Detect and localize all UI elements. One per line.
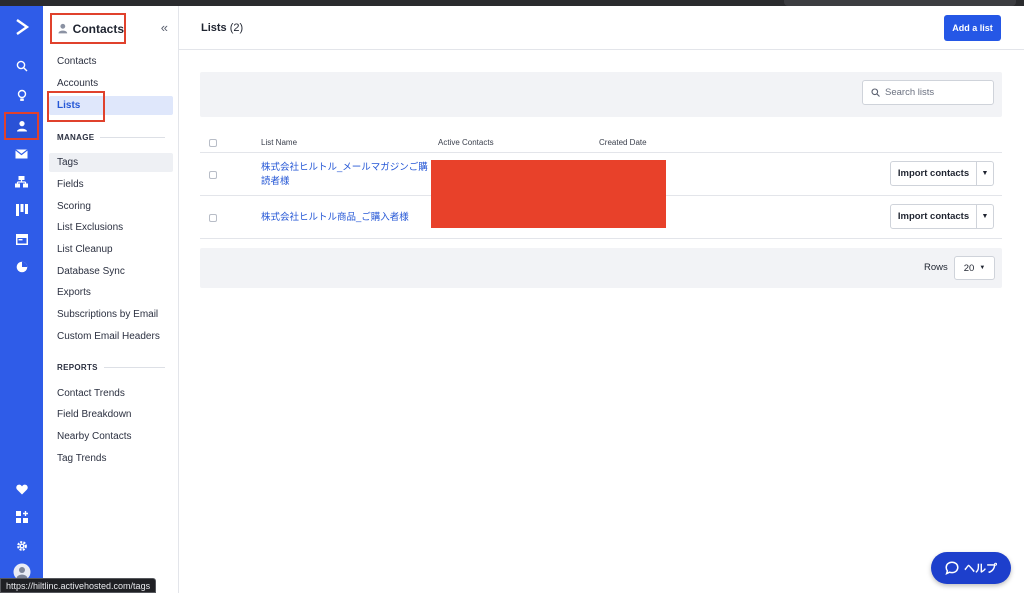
- reports-pie-icon[interactable]: [8, 256, 35, 278]
- icon-rail: [0, 6, 43, 593]
- redaction-block: [431, 160, 666, 228]
- sidebar-item-custom-email-headers[interactable]: Custom Email Headers: [49, 327, 173, 346]
- add-list-button[interactable]: Add a list: [944, 15, 1001, 41]
- contacts-person-icon[interactable]: [4, 112, 39, 140]
- import-contacts-group: Import contacts ▼: [890, 161, 994, 186]
- address-bar-edge: [784, 0, 1016, 6]
- sidebar-header: Contacts: [50, 13, 126, 44]
- lists-toolbar: [200, 72, 1002, 117]
- import-contacts-button[interactable]: Import contacts: [890, 161, 977, 186]
- window-top-strip: [0, 0, 1024, 6]
- chevron-down-icon[interactable]: ▼: [977, 161, 994, 186]
- search-input[interactable]: [885, 87, 985, 98]
- page-header: Lists (2) Add a list: [179, 6, 1024, 50]
- email-icon[interactable]: [8, 143, 35, 165]
- list-count: (2): [229, 22, 244, 34]
- page-title: Lists (2): [201, 22, 244, 34]
- sidebar-item-tags[interactable]: Tags: [49, 153, 173, 172]
- sidebar-item-accounts[interactable]: Accounts: [49, 74, 173, 93]
- sidebar-title: Contacts: [72, 21, 124, 36]
- sidebar-item-nearby-contacts[interactable]: Nearby Contacts: [49, 427, 173, 446]
- status-bar-url: https://hiltlinc.activehosted.com/tags: [0, 578, 157, 593]
- column-list-name[interactable]: List Name: [261, 138, 297, 147]
- sidebar-item-exports[interactable]: Exports: [49, 283, 173, 302]
- sidebar-item-list-cleanup[interactable]: List Cleanup: [49, 240, 173, 259]
- chat-bubble-icon: [945, 561, 959, 575]
- automation-icon[interactable]: [8, 171, 35, 193]
- website-icon[interactable]: [8, 228, 35, 250]
- rows-per-page-select[interactable]: 20 ▼: [954, 256, 995, 280]
- settings-gear-icon[interactable]: [8, 535, 35, 557]
- help-button[interactable]: ヘルプ: [931, 552, 1011, 584]
- sidebar-item-contact-trends[interactable]: Contact Trends: [49, 384, 173, 403]
- sidebar-item-list-exclusions[interactable]: List Exclusions: [49, 218, 173, 237]
- deals-board-icon[interactable]: [8, 199, 35, 221]
- sidebar-item-field-breakdown[interactable]: Field Breakdown: [49, 405, 173, 424]
- list-name-link[interactable]: 株式会社ヒルトル商品_ご購入者様: [261, 211, 431, 225]
- list-name-link[interactable]: 株式会社ヒルトル_メールマガジンご購読者様: [261, 161, 431, 189]
- row-checkbox[interactable]: [209, 171, 217, 179]
- apps-icon[interactable]: [8, 506, 35, 528]
- lists-highlight-box: [47, 91, 105, 122]
- sidebar-item-scoring[interactable]: Scoring: [49, 197, 173, 216]
- lightbulb-icon[interactable]: [8, 84, 35, 106]
- sidebar-item-tag-trends[interactable]: Tag Trends: [49, 449, 173, 468]
- logo-chevron-icon[interactable]: [8, 16, 35, 38]
- search-icon[interactable]: [8, 55, 35, 77]
- sidebar-item-contacts[interactable]: Contacts: [49, 52, 173, 71]
- column-created-date[interactable]: Created Date: [599, 138, 647, 147]
- search-box[interactable]: [862, 80, 994, 105]
- manage-heading: MANAGE: [57, 133, 165, 142]
- sidebar-item-fields[interactable]: Fields: [49, 175, 173, 194]
- chevron-down-icon: ▼: [979, 265, 986, 271]
- sidebar-item-subscriptions-by-email[interactable]: Subscriptions by Email: [49, 305, 173, 324]
- collapse-sidebar-icon[interactable]: «: [161, 20, 168, 35]
- sidebar-item-database-sync[interactable]: Database Sync: [49, 262, 173, 281]
- column-active-contacts[interactable]: Active Contacts: [438, 138, 494, 147]
- select-all-checkbox[interactable]: [209, 139, 217, 147]
- rows-label: Rows: [924, 262, 948, 273]
- import-contacts-group: Import contacts ▼: [890, 204, 994, 229]
- table-header: List Name Active Contacts Created Date: [200, 133, 1002, 153]
- search-icon: [871, 88, 880, 97]
- table-footer: Rows 20 ▼: [200, 248, 1002, 288]
- chevron-down-icon[interactable]: ▼: [977, 204, 994, 229]
- heart-icon[interactable]: [8, 478, 35, 500]
- reports-heading: REPORTS: [57, 363, 165, 372]
- main-content: Lists(2) Add a list List Name Active Con…: [179, 6, 1024, 593]
- contacts-person-icon: [58, 23, 68, 34]
- import-contacts-button[interactable]: Import contacts: [890, 204, 977, 229]
- row-checkbox[interactable]: [209, 214, 217, 222]
